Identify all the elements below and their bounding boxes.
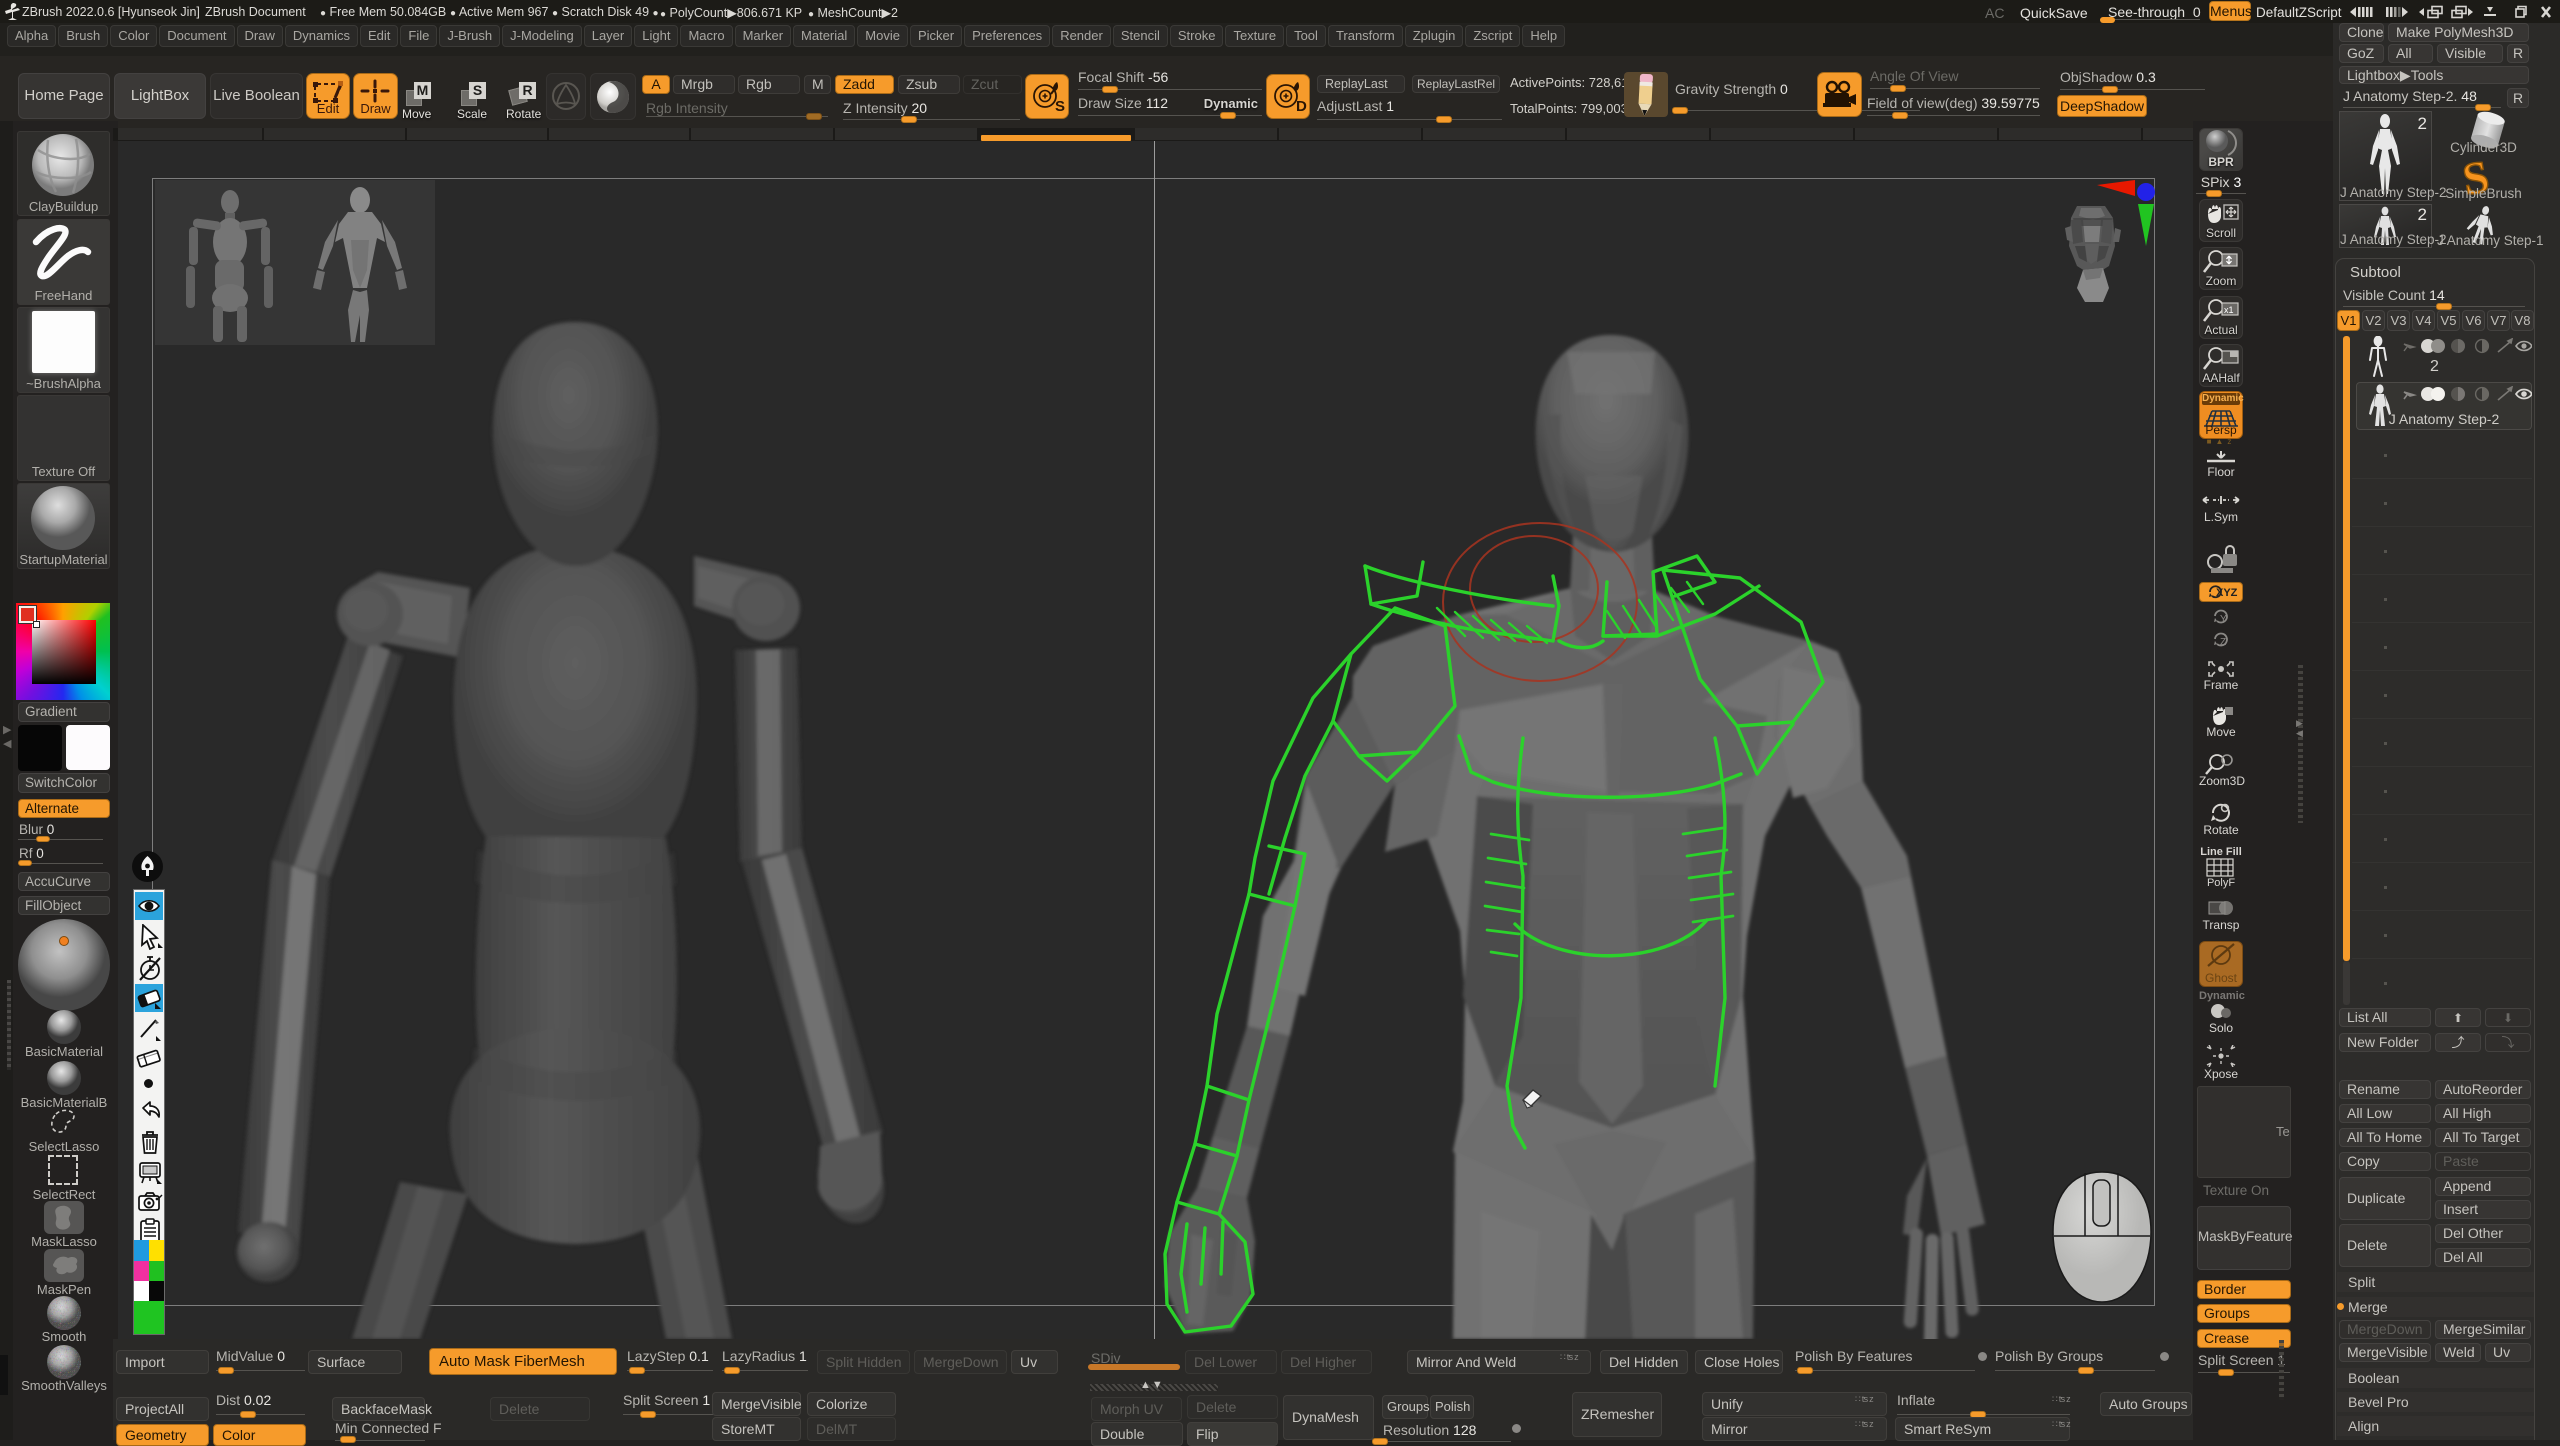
svg-text:Z: Z bbox=[2220, 637, 2226, 648]
svg-text:x1: x1 bbox=[2224, 305, 2234, 315]
svg-text:Y: Y bbox=[2220, 614, 2227, 625]
svg-text:XYZ: XYZ bbox=[2216, 587, 2238, 599]
svg-text:S: S bbox=[1055, 98, 1065, 115]
svg-text:D: D bbox=[1296, 98, 1307, 115]
